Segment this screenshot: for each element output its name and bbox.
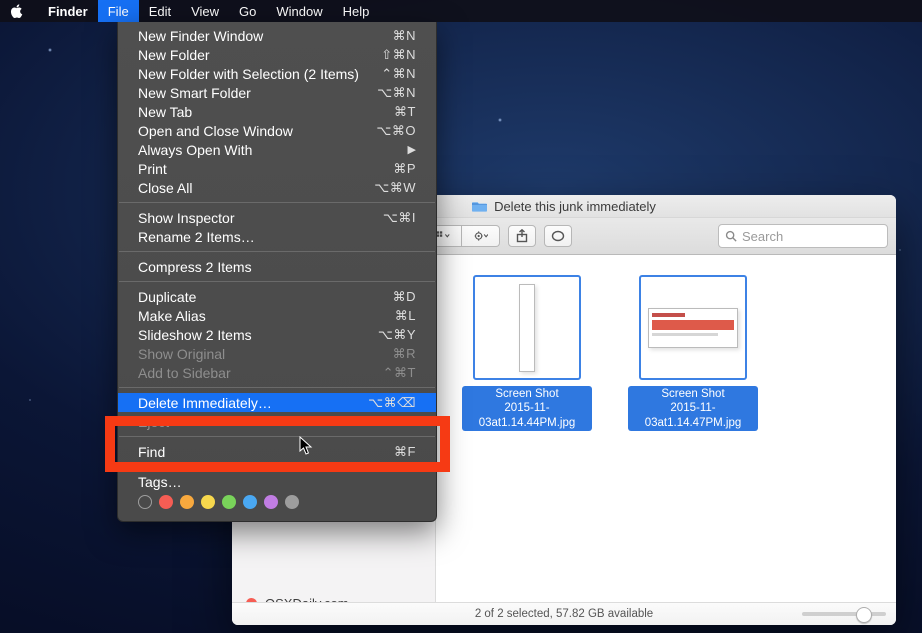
tag-yellow[interactable] [201, 495, 215, 509]
shortcut: ⇧⌘N [381, 47, 416, 63]
shortcut: ⌃⌘N [381, 66, 416, 82]
tag-green[interactable] [222, 495, 236, 509]
shortcut: ⌥⌘O [376, 123, 416, 139]
status-text: 2 of 2 selected, 57.82 GB available [475, 608, 653, 620]
menubar-file[interactable]: File [98, 0, 139, 22]
menu-item-duplicate[interactable]: Duplicate⌘D [118, 287, 436, 306]
finder-statusbar: 2 of 2 selected, 57.82 GB available [232, 602, 896, 625]
menu-item-new-finder-window[interactable]: New Finder Window⌘N [118, 26, 436, 45]
menu-item-slideshow[interactable]: Slideshow 2 Items⌥⌘Y [118, 325, 436, 344]
window-title-text: Delete this junk immediately [494, 199, 656, 214]
menu-separator [119, 436, 435, 437]
menubar-window[interactable]: Window [266, 0, 332, 22]
shortcut: ⌘R [393, 346, 416, 362]
shortcut: ⌥⌘N [377, 85, 416, 101]
menu-item-close-all[interactable]: Close All⌥⌘W [118, 178, 436, 197]
menubar-app-name[interactable]: Finder [38, 0, 98, 22]
menu-separator [119, 281, 435, 282]
shortcut: ⌘E [393, 414, 416, 430]
action-button[interactable] [462, 225, 500, 247]
slider-knob[interactable] [856, 607, 872, 623]
menubar-help[interactable]: Help [333, 0, 380, 22]
share-button[interactable] [508, 225, 536, 247]
menu-item-find[interactable]: Find⌘F [118, 442, 436, 461]
shortcut: ⌘N [393, 28, 416, 44]
search-field[interactable]: Search [718, 224, 888, 248]
window-title: Delete this junk immediately [472, 199, 656, 214]
file-menu-dropdown: New Finder Window⌘N New Folder⇧⌘N New Fo… [117, 22, 437, 522]
menu-item-tags[interactable]: Tags… [118, 472, 436, 491]
tags-button[interactable] [544, 225, 572, 247]
menu-separator [119, 251, 435, 252]
menu-item-new-smart-folder[interactable]: New Smart Folder⌥⌘N [118, 83, 436, 102]
gear-icon [474, 229, 488, 243]
file-thumbnail [473, 275, 581, 380]
icon-size-slider[interactable] [802, 612, 886, 616]
tag-icon [551, 229, 565, 243]
shortcut: ⌘F [394, 444, 416, 460]
file-item[interactable]: Screen Shot2015-11-03at1.14.47PM.jpg [628, 275, 758, 431]
menu-separator [119, 202, 435, 203]
menu-item-new-tab[interactable]: New Tab⌘T [118, 102, 436, 121]
menubar-view[interactable]: View [181, 0, 229, 22]
menubar-go[interactable]: Go [229, 0, 266, 22]
tag-blue[interactable] [243, 495, 257, 509]
shortcut: ⌥⌘W [374, 180, 416, 196]
tag-red[interactable] [159, 495, 173, 509]
folder-icon [472, 200, 487, 212]
menubar-edit[interactable]: Edit [139, 0, 181, 22]
menu-item-add-to-sidebar: Add to Sidebar⌃⌘T [118, 363, 436, 382]
menu-item-make-alias[interactable]: Make Alias⌘L [118, 306, 436, 325]
menu-item-always-open-with[interactable]: Always Open With▶ [118, 140, 436, 159]
tag-none[interactable] [138, 495, 152, 509]
file-thumbnail [639, 275, 747, 380]
file-label: Screen Shot2015-11-03at1.14.47PM.jpg [628, 386, 758, 431]
menu-separator [119, 387, 435, 388]
share-icon [515, 229, 529, 243]
menu-item-eject: Eject⌘E [118, 412, 436, 431]
menu-item-compress[interactable]: Compress 2 Items [118, 257, 436, 276]
tags-color-row [118, 491, 436, 511]
menu-item-delete-immediately[interactable]: Delete Immediately…⌥⌘⌫ [118, 393, 436, 412]
menu-item-print[interactable]: Print⌘P [118, 159, 436, 178]
menubar: Finder File Edit View Go Window Help [0, 0, 922, 22]
search-icon [725, 230, 737, 242]
menu-separator [119, 466, 435, 467]
arrange-icon [436, 229, 450, 243]
menu-item-new-folder[interactable]: New Folder⇧⌘N [118, 45, 436, 64]
menu-item-new-folder-with-selection[interactable]: New Folder with Selection (2 Items)⌃⌘N [118, 64, 436, 83]
shortcut: ⌘L [395, 308, 416, 324]
apple-menu-icon[interactable] [10, 4, 24, 18]
shortcut: ⌘P [393, 161, 416, 177]
shortcut: ⌘D [393, 289, 416, 305]
file-item[interactable]: Screen Shot2015-11-03at1.14.44PM.jpg [462, 275, 592, 431]
submenu-arrow-icon: ▶ [408, 143, 416, 156]
shortcut: ⌥⌘⌫ [368, 395, 416, 411]
search-placeholder: Search [742, 229, 783, 244]
tag-orange[interactable] [180, 495, 194, 509]
tag-gray[interactable] [285, 495, 299, 509]
finder-file-area[interactable]: Screen Shot2015-11-03at1.14.44PM.jpg Scr… [436, 255, 896, 602]
shortcut: ⌃⌘T [383, 365, 416, 381]
shortcut: ⌘T [394, 104, 416, 120]
menu-item-show-inspector[interactable]: Show Inspector⌥⌘I [118, 208, 436, 227]
shortcut: ⌥⌘Y [378, 327, 416, 343]
shortcut: ⌥⌘I [383, 210, 416, 226]
menu-item-show-original: Show Original⌘R [118, 344, 436, 363]
menu-item-open-and-close-window[interactable]: Open and Close Window⌥⌘O [118, 121, 436, 140]
file-label: Screen Shot2015-11-03at1.14.44PM.jpg [462, 386, 592, 431]
tag-purple[interactable] [264, 495, 278, 509]
menu-item-rename[interactable]: Rename 2 Items… [118, 227, 436, 246]
